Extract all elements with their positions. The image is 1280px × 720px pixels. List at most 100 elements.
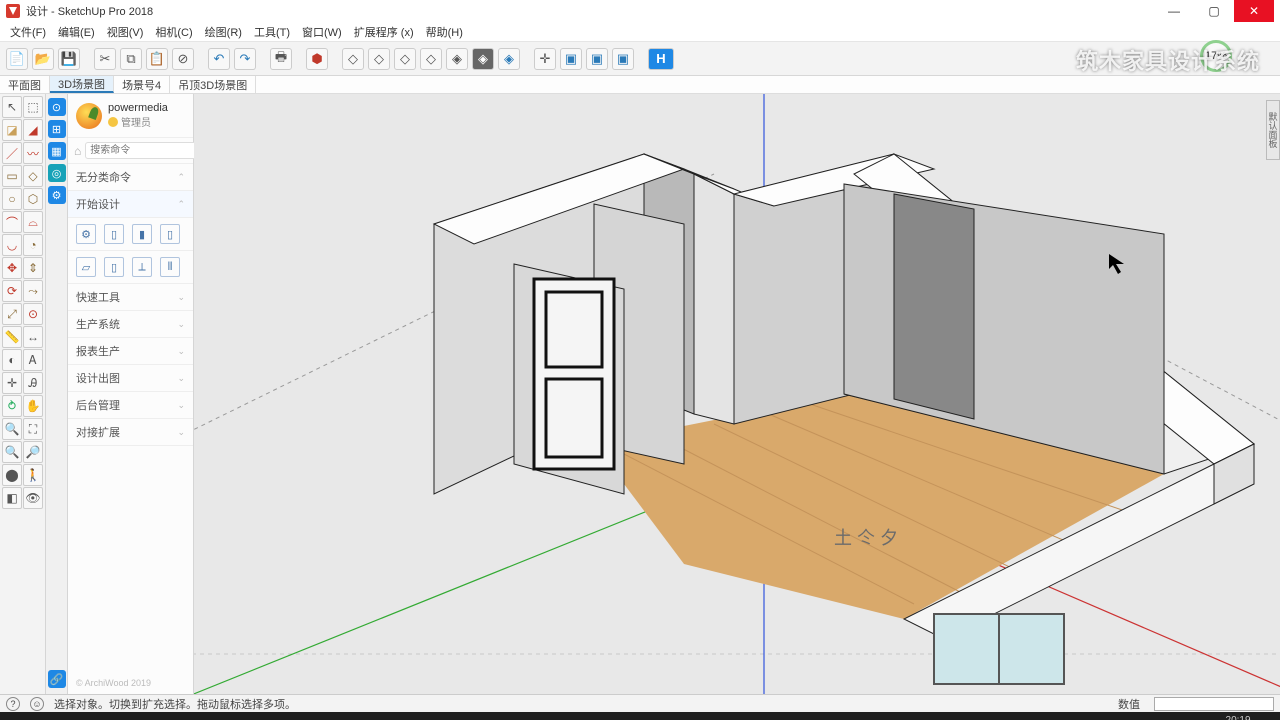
menu-window[interactable]: 窗口(W) [296, 24, 348, 40]
tape-icon[interactable]: 📏 [2, 326, 22, 348]
arc-icon[interactable]: ⌒ [2, 211, 22, 233]
explorer-icon[interactable]: ▆ [432, 714, 466, 720]
home-icon[interactable]: ⌂ [74, 144, 81, 158]
edge-icon[interactable]: e [112, 714, 146, 720]
menu-view[interactable]: 视图(V) [101, 24, 150, 40]
menu-edit[interactable]: 编辑(E) [52, 24, 101, 40]
text-icon[interactable]: Ꭺ [23, 349, 43, 371]
panel-item-integration[interactable]: 对接扩展⌄ [68, 419, 193, 446]
status-value-box[interactable] [1154, 697, 1274, 711]
strip-btn-3[interactable]: ▦ [48, 142, 66, 160]
axis-icon[interactable]: ✛ [534, 48, 556, 70]
strip-btn-1[interactable]: ⊙ [48, 98, 66, 116]
polygon-icon[interactable]: ⬡ [23, 188, 43, 210]
tool-measure-icon[interactable]: ⟂ [132, 257, 152, 277]
freehand-icon[interactable]: 〰 [23, 142, 43, 164]
line-icon[interactable]: ／ [2, 142, 22, 164]
tool-wall-icon[interactable]: ▯ [104, 224, 124, 244]
rect-icon[interactable]: ▭ [2, 165, 22, 187]
strip-btn-4[interactable]: ◎ [48, 164, 66, 182]
followme-icon[interactable]: ⤳ [23, 280, 43, 302]
strip-btn-5[interactable]: ⚙ [48, 186, 66, 204]
pan-icon[interactable]: ✋ [23, 395, 43, 417]
maximize-button[interactable]: ▢ [1194, 0, 1234, 22]
viewport-3d[interactable]: 默认面板 [194, 94, 1280, 694]
lasso-icon[interactable]: ⬚ [23, 96, 43, 118]
arc3-icon[interactable]: ◡ [2, 234, 22, 256]
orbit-icon[interactable]: ⥁ [2, 395, 22, 417]
paint-icon[interactable]: ◢ [23, 119, 43, 141]
look-icon[interactable]: 👁 [23, 487, 43, 509]
panel-item-admin[interactable]: 后台管理⌄ [68, 392, 193, 419]
panel-item-quicktools[interactable]: 快速工具⌄ [68, 284, 193, 311]
zoomext-icon[interactable]: ⛶ [23, 418, 43, 440]
word-icon[interactable]: ▆ [576, 714, 610, 720]
position-icon[interactable]: ⬤ [2, 464, 22, 486]
menu-tools[interactable]: 工具(T) [248, 24, 296, 40]
walk-icon[interactable]: 🚶 [23, 464, 43, 486]
menu-draw[interactable]: 绘图(R) [199, 24, 248, 40]
dimension-icon[interactable]: ↔ [23, 326, 43, 348]
section-icon[interactable]: ◧ [2, 487, 22, 509]
tool-window-icon[interactable]: ▯ [160, 224, 180, 244]
zoomwin-icon[interactable]: 🔍 [2, 441, 22, 463]
paste-icon[interactable]: 📋 [146, 48, 168, 70]
eraser-icon[interactable]: ◪ [2, 119, 22, 141]
cube2-icon[interactable]: ▣ [586, 48, 608, 70]
3dtext-icon[interactable]: Ꭿ [23, 372, 43, 394]
scene-tab-ceiling[interactable]: 吊顶3D场景图 [170, 76, 256, 93]
offset-icon[interactable]: ⊙ [23, 303, 43, 325]
cancel-icon[interactable]: ⊘ [172, 48, 194, 70]
close-button[interactable]: ✕ [1234, 0, 1274, 22]
scale-icon[interactable]: ⤢ [2, 303, 22, 325]
cortana-icon[interactable]: ◉ [76, 714, 110, 720]
axes-icon[interactable]: ✛ [2, 372, 22, 394]
app-red-icon[interactable]: ▮ [468, 714, 502, 720]
zoom-icon[interactable]: 🔍 [2, 418, 22, 440]
redo-icon[interactable]: ↷ [234, 48, 256, 70]
powerpoint-icon[interactable]: ◉ [504, 714, 538, 720]
new-file-icon[interactable]: 📄 [6, 48, 28, 70]
tool-floor-icon[interactable]: ▱ [76, 257, 96, 277]
style6-icon[interactable]: ◈ [472, 48, 494, 70]
panel-item-output[interactable]: 设计出图⌄ [68, 365, 193, 392]
rotrect-icon[interactable]: ◇ [23, 165, 43, 187]
tool-col-icon[interactable]: ▮ [132, 224, 152, 244]
menu-camera[interactable]: 相机(C) [149, 24, 198, 40]
prev-icon[interactable]: 🔎 [23, 441, 43, 463]
save-icon[interactable]: 💾 [58, 48, 80, 70]
panel-start-design[interactable]: 开始设计⌃ [68, 191, 193, 218]
pushpull-icon[interactable]: ⇕ [23, 257, 43, 279]
scene-tab-4[interactable]: 场景号4 [114, 76, 170, 93]
strip-btn-link[interactable]: 🔗 [48, 670, 66, 688]
arc2-icon[interactable]: ⌓ [23, 211, 43, 233]
tool-gear-icon[interactable]: ⚙ [76, 224, 96, 244]
panel-item-production[interactable]: 生产系统⌄ [68, 311, 193, 338]
scene-tab-plan[interactable]: 平面图 [0, 76, 50, 93]
rotate-icon[interactable]: ⟳ [2, 280, 22, 302]
menu-file[interactable]: 文件(F) [4, 24, 52, 40]
scene-tab-3d[interactable]: 3D场景图 [50, 76, 114, 93]
status-info-icon[interactable]: ? [6, 697, 20, 711]
status-user-icon[interactable]: ☺ [30, 697, 44, 711]
strip-btn-2[interactable]: ⊞ [48, 120, 66, 138]
style7-icon[interactable]: ◈ [498, 48, 520, 70]
style4-icon[interactable]: ◇ [420, 48, 442, 70]
panel-uncategorized[interactable]: 无分类命令⌃ [68, 164, 193, 191]
cut-icon[interactable]: ✂ [94, 48, 116, 70]
undo-icon[interactable]: ↶ [208, 48, 230, 70]
menu-help[interactable]: 帮助(H) [420, 24, 469, 40]
sketchup-icon[interactable]: ◆ [540, 714, 574, 720]
cube1-icon[interactable]: ▣ [560, 48, 582, 70]
style1-icon[interactable]: ◇ [342, 48, 364, 70]
protractor-icon[interactable]: ◐ [2, 349, 22, 371]
select-icon[interactable]: ↖ [2, 96, 22, 118]
tool-config-icon[interactable]: ⫴ [160, 257, 180, 277]
start-button[interactable]: ⊞ [4, 714, 38, 720]
move-icon[interactable]: ✥ [2, 257, 22, 279]
tool-door-icon[interactable]: ▯ [104, 257, 124, 277]
minimize-button[interactable]: — [1154, 0, 1194, 22]
plugin-icon[interactable]: H [648, 48, 674, 70]
tray-tab[interactable]: 默认面板 [1266, 100, 1280, 160]
tray-clock[interactable]: 20:19 2019-7-28 [1205, 715, 1251, 720]
